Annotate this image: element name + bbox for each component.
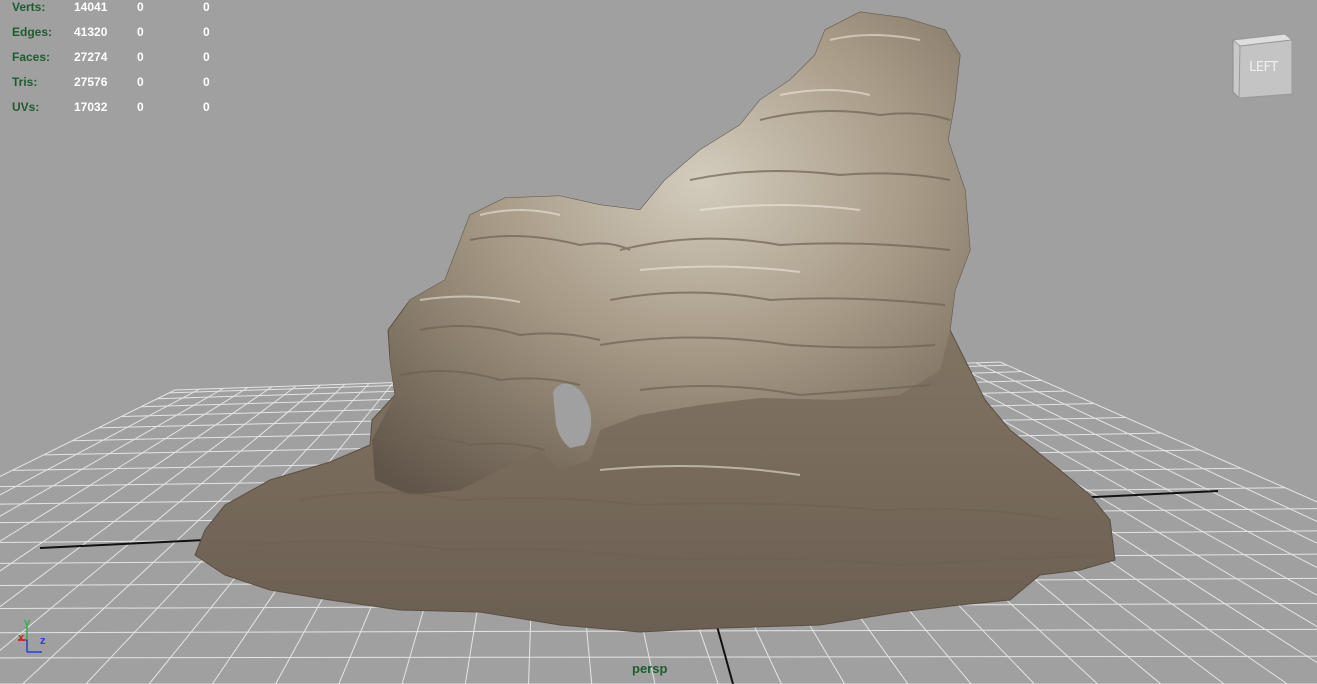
view-cube-face-label[interactable]: LEFT	[1249, 60, 1278, 75]
hud-row-label: Faces:	[12, 49, 51, 64]
camera-name-label: persp	[632, 661, 668, 676]
hud-row-triangles: 0	[203, 49, 210, 64]
hud-row-value: 41320	[74, 24, 108, 39]
hud-row-selected: 0	[137, 74, 144, 89]
hud-row-value: 27274	[74, 49, 108, 64]
hud-row-label: Verts:	[12, 0, 46, 14]
hud-row-label: Edges:	[12, 24, 53, 39]
rock-mesh[interactable]	[194, 11, 1116, 633]
hud-row: Edges: 41320 0 0	[12, 19, 223, 44]
hud-row-triangles: 0	[203, 74, 210, 89]
hud-row-value: 27576	[74, 74, 108, 89]
hud-row: Verts: 14041 0 0	[12, 0, 223, 19]
hud-row-value: 17032	[74, 99, 108, 114]
hud-row: UVs: 17032 0 0	[12, 94, 223, 119]
hud-row-label: UVs:	[12, 99, 40, 114]
hud-row-triangles: 0	[203, 0, 210, 14]
axis-z-label: z	[40, 635, 46, 647]
hud-row-triangles: 0	[203, 24, 210, 39]
hud-row-label: Tris:	[12, 74, 38, 89]
axis-y-label: y	[24, 617, 31, 629]
hud-row-selected: 0	[137, 49, 144, 64]
perspective-viewport[interactable]: Verts: 14041 0 0 Edges: 41320 0 0 Faces: 27274 0 0 T…	[0, 0, 1317, 684]
poly-count-hud: Verts: 14041 0 0 Edges: 41320 0 0 Faces: 27274 0 0 T…	[12, 0, 223, 119]
hud-row: Faces: 27274 0 0	[12, 44, 223, 69]
hud-row-selected: 0	[137, 99, 144, 114]
hud-row: Tris: 27576 0 0	[12, 69, 223, 94]
hud-row-selected: 0	[137, 24, 144, 39]
axis-x-label: x	[18, 632, 25, 644]
hud-row-selected: 0	[137, 0, 144, 14]
hud-row-value: 14041	[74, 0, 108, 14]
hud-row-triangles: 0	[203, 99, 210, 114]
